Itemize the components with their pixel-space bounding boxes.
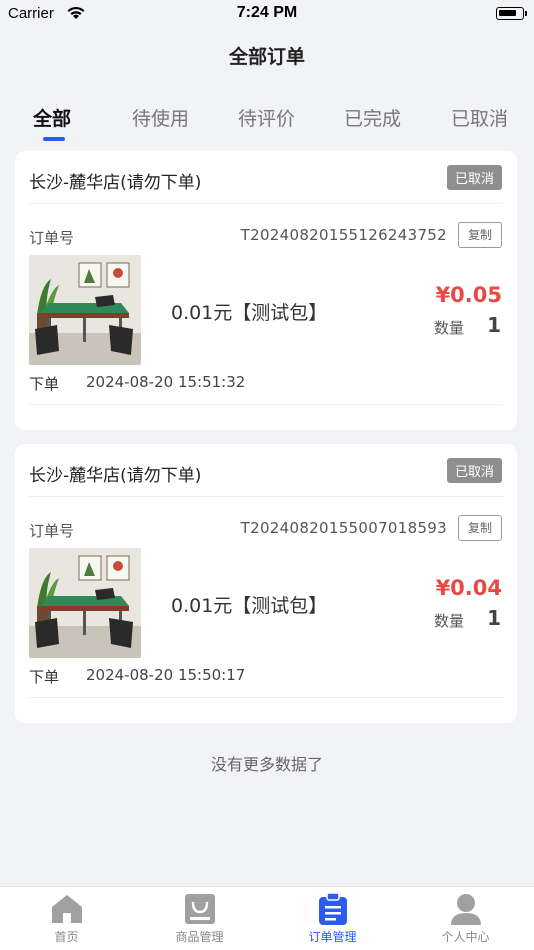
divider [29,496,503,497]
status-badge: 已取消 [446,165,502,190]
order-time-label: 下单 [29,668,60,686]
tabbar-orders[interactable]: 订单管理 [266,887,399,950]
tab-all[interactable]: 全部 [33,104,71,131]
divider [29,203,503,204]
status-bar: Carrier 7:24 PM [0,0,534,28]
order-number: T20240820155126243752 [240,226,447,244]
bottom-tab-bar: 首页 商品管理 订单管理 个人中心 [0,886,534,950]
battery-icon [496,7,527,20]
divider [29,404,503,405]
copy-button[interactable]: 复制 [458,515,502,541]
product-thumbnail [29,548,141,658]
order-tabs: 全部 待使用 待评价 已完成 已取消 [0,104,534,144]
order-card[interactable]: 长沙-麓华店(请勿下单) 已取消 订单号 T202408201551262437… [15,151,517,430]
order-time: 2024-08-20 15:51:32 [86,373,246,391]
tabbar-goods[interactable]: 商品管理 [133,887,266,950]
tab-completed[interactable]: 已完成 [344,104,401,131]
tab-cancelled[interactable]: 已取消 [451,104,508,131]
tabbar-label: 个人中心 [441,930,490,944]
order-price: ¥0.04 [435,576,502,600]
clipboard-icon [316,892,350,926]
order-number: T20240820155007018593 [240,519,447,537]
store-name: 长沙-麓华店(请勿下单) [29,173,202,193]
goods-icon [183,892,217,926]
tabbar-home[interactable]: 首页 [0,887,133,950]
order-card[interactable]: 长沙-麓华店(请勿下单) 已取消 订单号 T202408201550070185… [15,444,517,723]
tabbar-profile[interactable]: 个人中心 [399,887,532,950]
home-icon [50,892,84,926]
quantity-label: 数量 [433,319,464,337]
copy-button[interactable]: 复制 [458,222,502,248]
status-badge: 已取消 [446,458,502,483]
no-more-data-label: 没有更多数据了 [210,755,323,774]
tab-to-review[interactable]: 待评价 [238,104,295,131]
tabbar-label: 商品管理 [175,930,224,944]
user-icon [449,892,483,926]
tabbar-label: 首页 [54,930,79,944]
quantity-value: 1 [487,313,501,337]
order-price: ¥0.05 [435,283,502,307]
status-time: 7:24 PM [236,4,298,21]
page-title: 全部订单 [228,46,305,68]
product-name: 0.01元【测试包】 [171,595,328,617]
product-thumbnail [29,255,141,365]
quantity-value: 1 [487,606,501,630]
quantity-label: 数量 [433,612,464,630]
divider [29,697,503,698]
order-number-label: 订单号 [29,522,75,540]
product-name: 0.01元【测试包】 [171,302,328,324]
store-name: 长沙-麓华店(请勿下单) [29,466,202,486]
active-tab-indicator [43,137,65,141]
tab-to-use[interactable]: 待使用 [132,104,189,131]
tabbar-label: 订单管理 [308,930,357,944]
order-time: 2024-08-20 15:50:17 [86,666,246,684]
order-time-label: 下单 [29,375,60,393]
order-number-label: 订单号 [29,229,75,247]
